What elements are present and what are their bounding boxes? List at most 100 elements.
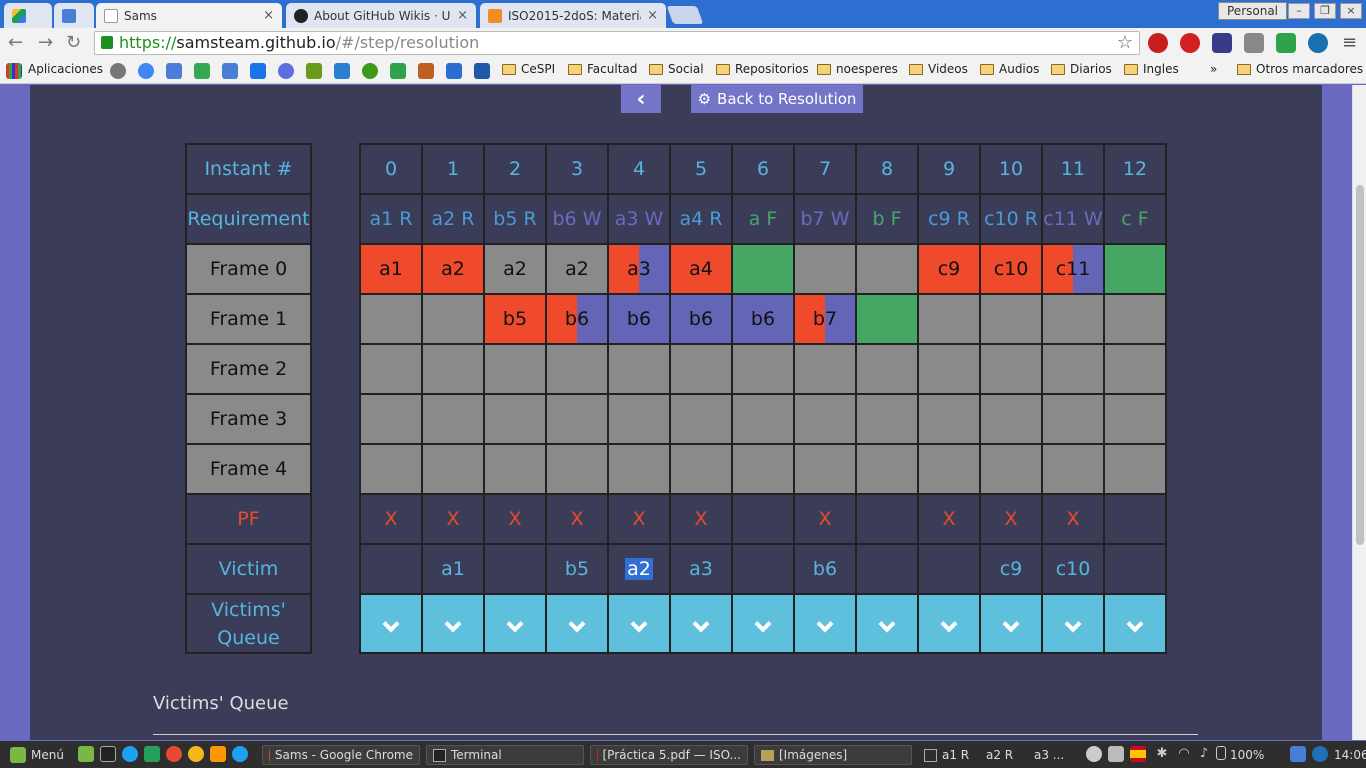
folder-icon xyxy=(761,749,774,761)
puzzle-icon[interactable] xyxy=(1244,33,1264,53)
bookmark-folder[interactable]: noesperes xyxy=(817,62,898,76)
feedly-icon[interactable] xyxy=(1276,33,1296,53)
back-to-resolution-button[interactable]: ⚙ Back to Resolution xyxy=(691,85,863,113)
user-icon[interactable] xyxy=(1086,746,1102,762)
bookmark-star-icon[interactable]: ☆ xyxy=(1117,32,1133,54)
terminal-icon[interactable] xyxy=(100,746,116,762)
bookmark-folder[interactable]: Facultad xyxy=(568,62,637,76)
feedly-icon[interactable] xyxy=(390,63,406,79)
close-icon[interactable]: × xyxy=(647,8,658,23)
bookmark-other[interactable]: Otros marcadores xyxy=(1237,62,1363,76)
bookmark-folder[interactable]: Ingles xyxy=(1124,62,1179,76)
chrome-dev-icon[interactable] xyxy=(188,746,204,762)
extension-icon[interactable] xyxy=(1212,33,1232,53)
taskbar-window-terminal[interactable]: Terminal xyxy=(426,745,584,765)
battery-icon[interactable] xyxy=(1216,746,1226,760)
bookmark-folder[interactable]: Repositorios xyxy=(716,62,809,76)
victims-queue-toggle-button[interactable] xyxy=(421,593,485,654)
frame-row xyxy=(359,393,1167,445)
folder-icon xyxy=(502,63,516,75)
link-icon[interactable] xyxy=(362,63,378,79)
start-menu-button[interactable]: Menú xyxy=(4,745,70,765)
bookmark-folder[interactable]: Diarios xyxy=(1051,62,1112,76)
tv-icon[interactable] xyxy=(418,63,434,79)
security-shield-icon[interactable] xyxy=(1290,746,1306,762)
keyboard-layout-icon[interactable] xyxy=(1130,746,1146,762)
taskbar-item[interactable]: a2 R xyxy=(980,745,1019,765)
victims-queue-toggle-button[interactable] xyxy=(359,593,423,654)
hangouts-icon[interactable] xyxy=(144,746,160,762)
translate-icon[interactable] xyxy=(166,63,182,79)
victims-queue-toggle-button[interactable] xyxy=(855,593,919,654)
minimize-button[interactable]: – xyxy=(1288,3,1310,19)
page-scrollbar[interactable] xyxy=(1352,85,1366,740)
tab-sams[interactable]: Sams × xyxy=(96,3,282,28)
bookmark-folder[interactable]: Social xyxy=(649,62,704,76)
victims-queue-toggle-button[interactable] xyxy=(731,593,795,654)
taskbar-item-label: a2 R xyxy=(986,748,1014,762)
taskbar-window-images[interactable]: [Imágenes] xyxy=(754,745,912,765)
victims-queue-toggle-button[interactable] xyxy=(669,593,733,654)
folder-icon xyxy=(1124,63,1138,75)
victims-queue-toggle-button[interactable] xyxy=(793,593,857,654)
victims-queue-toggle-button[interactable] xyxy=(607,593,671,654)
hp-icon[interactable] xyxy=(1312,746,1328,762)
bookmark-folder[interactable]: Videos xyxy=(909,62,968,76)
chrome-icon[interactable] xyxy=(166,746,182,762)
maps-icon[interactable] xyxy=(194,63,210,79)
close-icon[interactable]: × xyxy=(457,8,468,23)
victims-queue-toggle-button[interactable] xyxy=(483,593,547,654)
bookmark-folder[interactable]: Audios xyxy=(980,62,1039,76)
victims-queue-toggle-button[interactable] xyxy=(1103,593,1167,654)
address-bar[interactable]: https://samsteam.github.io/#/step/resolu… xyxy=(94,31,1140,55)
tab-inbox[interactable] xyxy=(54,3,94,28)
skype-icon[interactable] xyxy=(232,746,248,762)
bookmark-apps[interactable]: Aplicaciones xyxy=(28,62,103,76)
sublime-icon[interactable] xyxy=(210,746,226,762)
mega-icon[interactable] xyxy=(278,63,294,79)
taskbar-window-chrome[interactable]: Sams - Google Chrome xyxy=(262,745,420,765)
profile-button[interactable]: Personal xyxy=(1218,2,1288,20)
wifi-icon[interactable]: ◠ xyxy=(1176,746,1192,762)
maximize-button[interactable]: ❐ xyxy=(1314,3,1336,19)
victims-queue-toggle-button[interactable] xyxy=(1041,593,1105,654)
lastpass-icon[interactable] xyxy=(1148,33,1168,53)
bird-icon[interactable] xyxy=(306,63,322,79)
google-icon[interactable] xyxy=(138,63,154,79)
taskbar-item[interactable]: a1 R xyxy=(918,745,975,765)
victims-queue-toggle-button[interactable] xyxy=(979,593,1043,654)
tab-github-wikis[interactable]: About GitHub Wikis · Use × xyxy=(286,3,476,28)
bluetooth-icon[interactable]: ✱ xyxy=(1154,746,1170,762)
taskbar-window-pdf[interactable]: [Práctica 5.pdf — ISO... xyxy=(590,745,748,765)
bookmarks-overflow[interactable]: » xyxy=(1210,62,1217,76)
menu-icon[interactable]: ≡ xyxy=(1342,32,1357,53)
close-icon[interactable]: × xyxy=(263,8,274,23)
scrollbar-thumb[interactable] xyxy=(1356,185,1364,545)
volume-icon[interactable]: ♪ xyxy=(1196,746,1212,762)
star-icon[interactable] xyxy=(110,63,126,79)
bookmark-folder[interactable]: CeSPI xyxy=(502,62,555,76)
back-arrow-icon[interactable]: ← xyxy=(8,32,23,53)
chat-icon[interactable] xyxy=(446,63,462,79)
trello-icon[interactable] xyxy=(474,63,490,79)
mail-icon[interactable] xyxy=(250,63,266,79)
forward-arrow-icon[interactable]: → xyxy=(38,32,53,53)
adblock-icon[interactable] xyxy=(1180,33,1200,53)
close-window-button[interactable]: × xyxy=(1340,3,1362,19)
apps-icon[interactable] xyxy=(6,63,22,79)
skype-icon[interactable] xyxy=(122,746,138,762)
previous-step-button[interactable]: ‹ xyxy=(621,85,661,113)
shield-icon[interactable] xyxy=(334,63,350,79)
new-tab-button[interactable] xyxy=(666,6,704,24)
frame-cell xyxy=(917,393,981,445)
tab-iso2015[interactable]: ISO2015-2doS: Material × xyxy=(480,3,666,28)
files-icon[interactable] xyxy=(78,746,94,762)
victims-queue-toggle-button[interactable] xyxy=(545,593,609,654)
inbox-icon[interactable] xyxy=(222,63,238,79)
vpn-icon[interactable] xyxy=(1308,33,1328,53)
update-manager-icon[interactable] xyxy=(1108,746,1124,762)
victims-queue-toggle-button[interactable] xyxy=(917,593,981,654)
reload-icon[interactable]: ↻ xyxy=(66,32,81,53)
tab-drive[interactable] xyxy=(4,3,52,28)
taskbar-item[interactable]: a3 ... xyxy=(1028,745,1070,765)
